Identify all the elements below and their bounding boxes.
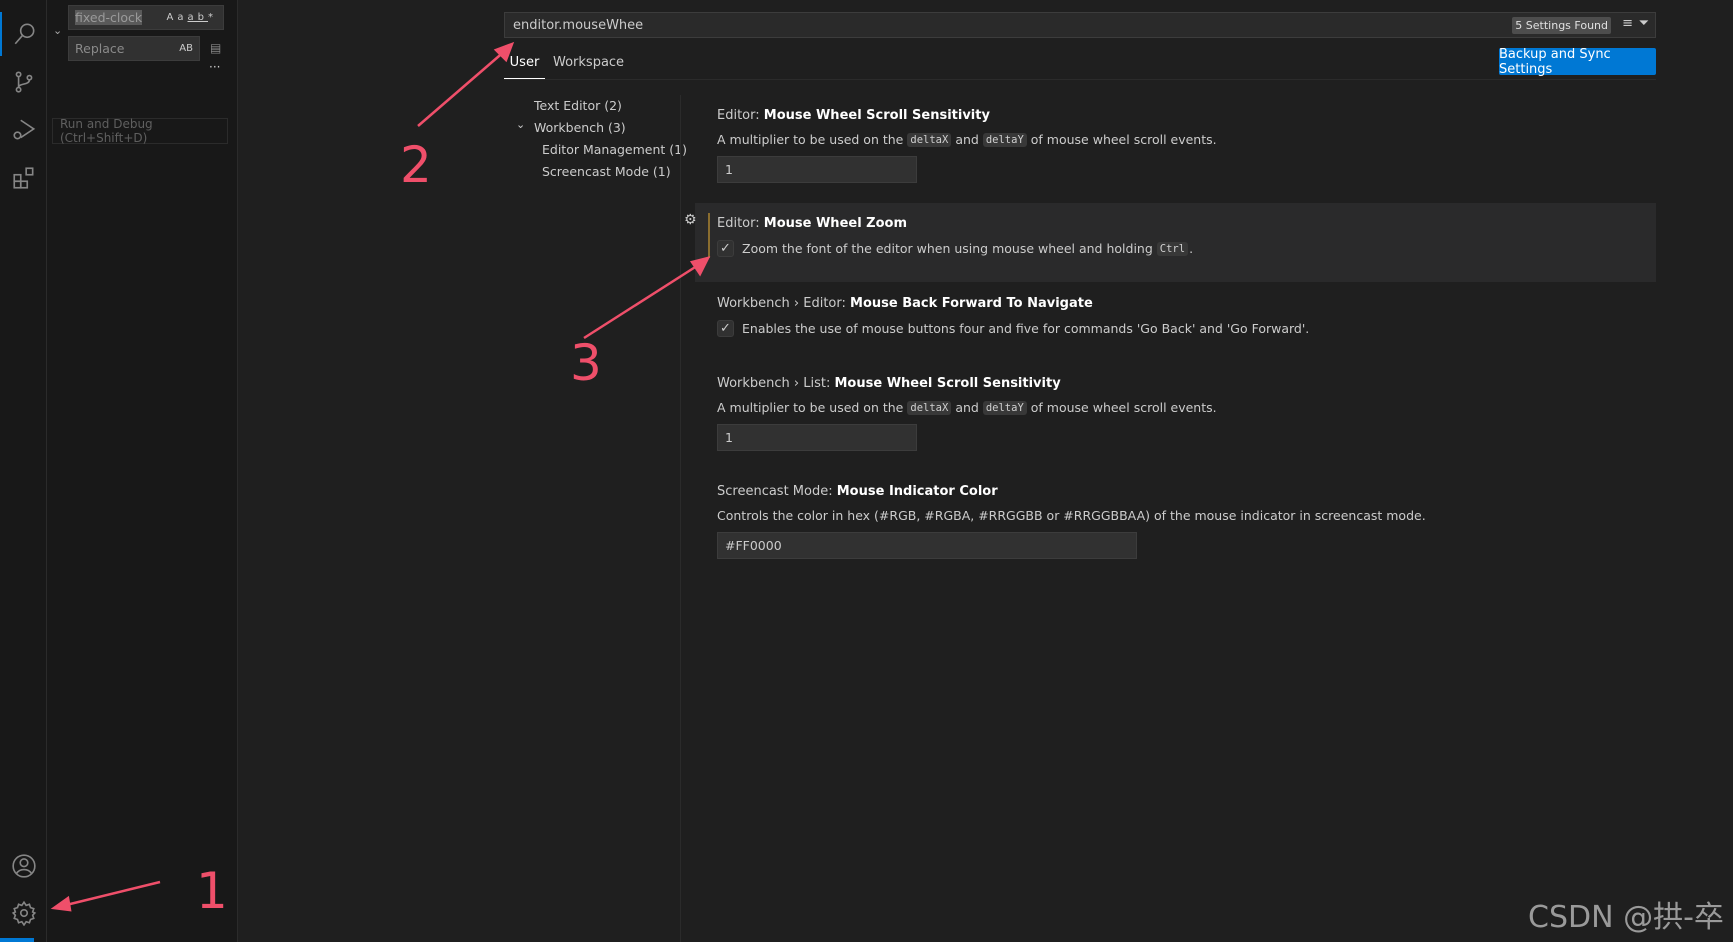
arrow-1 [61, 880, 161, 908]
annotation-arrows [50, 41, 711, 912]
annotation-1: 1 [196, 862, 228, 920]
arrow-3 [583, 262, 701, 340]
watermark: CSDN @拱-卒 [1528, 900, 1724, 935]
arrow-2 [417, 49, 507, 127]
annotation-3: 3 [570, 334, 602, 392]
annotation-2: 2 [400, 136, 432, 194]
